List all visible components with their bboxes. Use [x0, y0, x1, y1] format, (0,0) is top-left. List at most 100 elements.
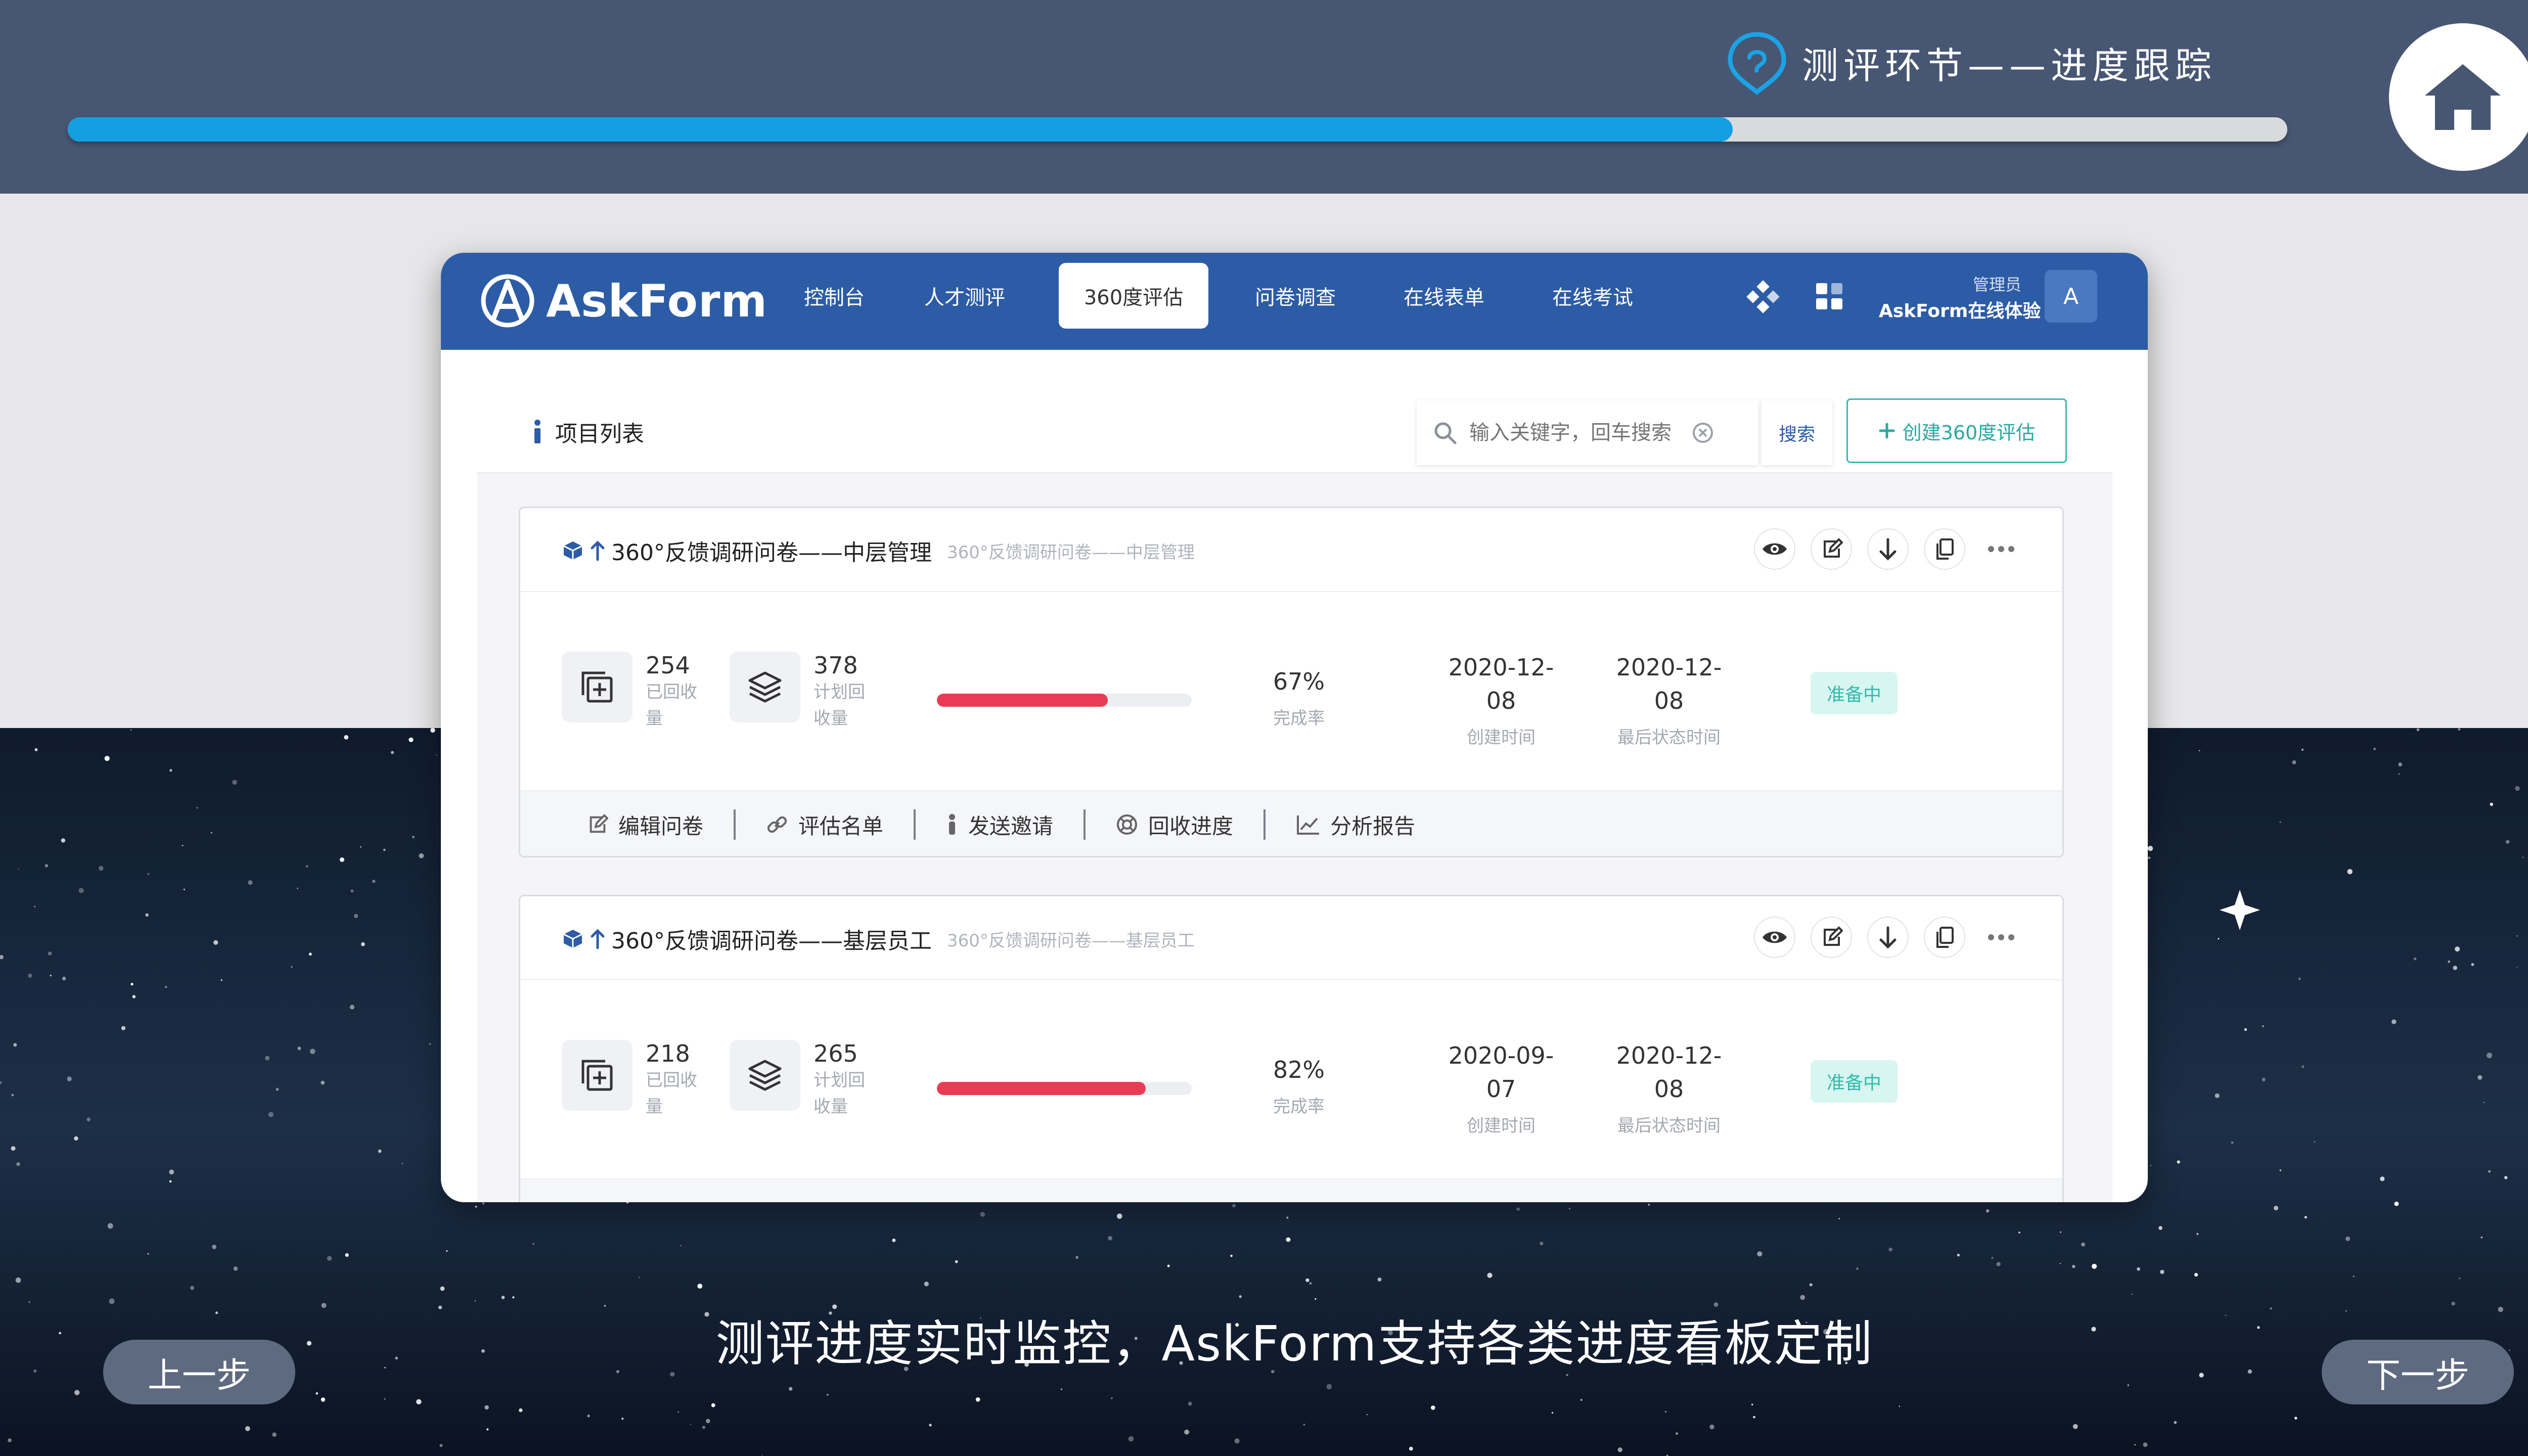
send-invite-label: 发送邀请 [968, 813, 1054, 839]
project-title[interactable]: 360°反馈调研问卷——基层员工 [611, 923, 932, 955]
user-name[interactable]: AskForm在线体验 [1879, 296, 2041, 323]
create-360-assessment-button[interactable]: 创建360度评估 [1846, 398, 2067, 463]
star [1111, 1397, 1113, 1399]
star [2487, 1053, 2493, 1059]
top-bar: 测评环节——进度跟踪 [0, 0, 2528, 194]
edit-icon [590, 814, 608, 833]
collected-icon [562, 1040, 633, 1111]
star [1108, 1236, 1113, 1241]
star [975, 1397, 980, 1402]
planned-count: 265 [814, 1040, 858, 1067]
star [321, 1080, 325, 1085]
completion-bar [937, 1082, 1192, 1095]
star [955, 1260, 958, 1263]
divider [1084, 809, 1086, 840]
search-input[interactable] [1469, 421, 1692, 444]
star [99, 866, 104, 871]
collection-progress-link[interactable]: 回收进度 [1116, 809, 1233, 840]
app-window: AskForm 控制台 人才测评 360度评估 问卷调查 在线表单 在线考试 管… [441, 253, 2148, 1202]
eye-icon [1763, 931, 1787, 943]
download-icon [1879, 926, 1897, 949]
brand-name: AskForm [546, 275, 768, 327]
edit-button[interactable] [1811, 917, 1852, 958]
star [2298, 978, 2301, 980]
card-title: 360°反馈调研问卷——中层管理 360°反馈调研问卷——中层管理 [562, 534, 1195, 567]
star [169, 1169, 174, 1175]
completion-rate: 67% 完成率 [1248, 665, 1349, 729]
star [439, 1444, 443, 1447]
more-button[interactable] [1980, 528, 2022, 570]
star [1431, 1405, 1435, 1410]
star [1751, 1403, 1753, 1406]
download-button[interactable] [1867, 917, 1909, 958]
nav-item-talent-assessment[interactable]: 人才测评 [914, 263, 1015, 329]
home-button[interactable] [2389, 23, 2528, 171]
star [2072, 1265, 2075, 1268]
edit-survey-link[interactable]: 编辑问卷 [586, 809, 703, 840]
preview-button[interactable] [1754, 528, 1795, 570]
project-card: 360°反馈调研问卷——中层管理 360°反馈调研问卷——中层管理 254 已回… [519, 507, 2064, 857]
star [44, 864, 49, 868]
askform-logo[interactable]: AskForm [476, 273, 768, 329]
add-copy-icon [581, 671, 613, 703]
star [429, 1043, 431, 1045]
card-footer: 编辑问卷 评估名单 发送邀请 回收进度 分析报告 [520, 790, 2062, 856]
planned-label: 计划回收量 [814, 682, 865, 729]
send-invite-link[interactable]: 发送邀请 [946, 809, 1053, 840]
star [2345, 1236, 2351, 1241]
star [169, 1180, 172, 1183]
star [2131, 1293, 2133, 1295]
previous-step-button[interactable]: 上一步 [103, 1340, 295, 1404]
clear-search-icon[interactable] [1692, 422, 1714, 444]
star [213, 940, 218, 945]
plus-icon [1879, 423, 1895, 439]
star [74, 1390, 80, 1395]
analysis-report-link[interactable]: 分析报告 [1296, 809, 1415, 840]
avatar[interactable]: A [2045, 270, 2097, 323]
project-title[interactable]: 360°反馈调研问卷——中层管理 [611, 534, 932, 567]
star [1648, 1204, 1650, 1206]
edit-button[interactable] [1811, 528, 1852, 570]
star [1286, 1237, 1291, 1242]
nav-item-360-assessment[interactable]: 360度评估 [1059, 263, 1208, 329]
completion-value: 82% [1273, 1056, 1325, 1083]
star [349, 1005, 355, 1010]
nav-item-online-form[interactable]: 在线表单 [1393, 263, 1495, 329]
star [2398, 773, 2400, 775]
star [265, 1056, 269, 1061]
star [272, 1432, 277, 1437]
star [2515, 786, 2520, 791]
copy-button[interactable] [1924, 528, 1965, 570]
star [2292, 760, 2296, 764]
next-step-button[interactable]: 下一步 [2322, 1340, 2514, 1404]
progress-bar-fill [68, 117, 1733, 142]
nav-item-console[interactable]: 控制台 [789, 263, 880, 329]
created-label: 创建时间 [1467, 727, 1536, 748]
star [2301, 1065, 2305, 1068]
created-date-line2: 08 [1486, 687, 1516, 714]
star [2347, 869, 2353, 875]
star [2301, 748, 2304, 751]
star [1167, 1264, 1170, 1267]
app-switch-icon[interactable] [1745, 279, 1781, 314]
star [2160, 1269, 2164, 1274]
copy-button[interactable] [1924, 917, 1965, 958]
star [680, 1245, 682, 1246]
nav-item-online-exam[interactable]: 在线考试 [1542, 263, 1643, 329]
nav-item-survey[interactable]: 问卷调查 [1245, 263, 1346, 329]
star [2199, 750, 2200, 751]
star [344, 735, 349, 740]
grid-menu-icon[interactable] [1814, 281, 1844, 311]
star [16, 1162, 20, 1166]
download-button[interactable] [1867, 528, 1909, 570]
search-button[interactable]: 搜索 [1762, 400, 1832, 465]
evaluation-list-link[interactable]: 评估名单 [766, 809, 883, 840]
completion-rate: 82% 完成率 [1248, 1053, 1349, 1117]
preview-button[interactable] [1754, 917, 1795, 958]
star [2504, 1176, 2508, 1179]
more-button[interactable] [1980, 917, 2022, 958]
star [690, 1424, 691, 1425]
star [291, 966, 293, 968]
star [2506, 840, 2510, 844]
star [182, 845, 184, 846]
